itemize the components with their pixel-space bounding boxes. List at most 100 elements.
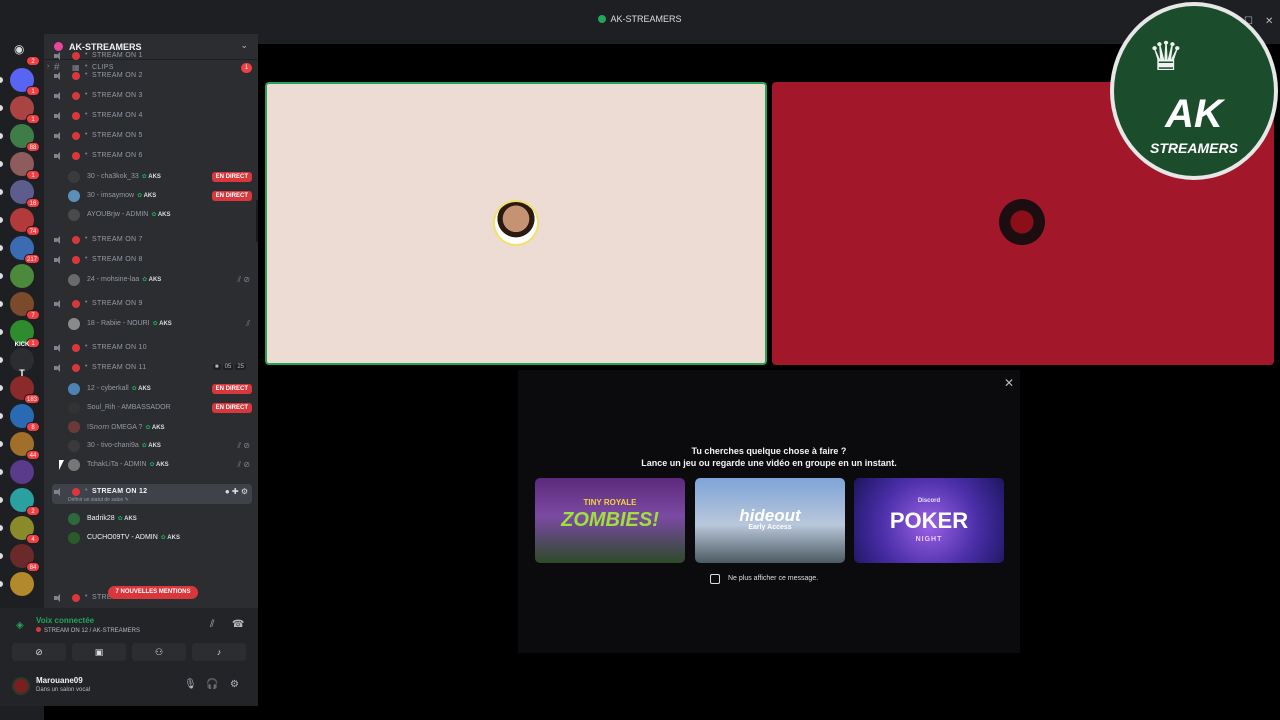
activity-card-hideout[interactable]: hideout Early Access xyxy=(695,478,845,563)
server-tag: AKS xyxy=(137,193,156,199)
dont-show-again-label[interactable]: Ne plus afficher ce message. xyxy=(728,575,818,582)
unread-pill xyxy=(0,161,3,167)
speaker-icon xyxy=(53,111,65,121)
voice-user[interactable]: !S𝘯𝘰𝘮 ΩMEGA ?AKS xyxy=(68,419,252,437)
server-icon[interactable]: 44 xyxy=(10,432,40,460)
close-window-icon[interactable]: ✕ xyxy=(1265,16,1273,27)
user-name[interactable]: Marouane09 xyxy=(36,676,83,685)
channel-name: STREAM ON 7 xyxy=(92,236,143,243)
new-mentions-button[interactable]: 7 NOUVELLES MENTIONS xyxy=(108,586,198,599)
server-mention-badge: 7 xyxy=(26,310,40,320)
voice-user[interactable]: 24 - mohsine-laaAKS ⫽ ⊘ xyxy=(68,272,252,290)
eagle-icon: ♛ xyxy=(1148,35,1184,79)
voice-channel-11[interactable]: • STREAM ON 11 ■ 05 25 xyxy=(52,360,252,376)
unread-pill xyxy=(0,273,3,279)
close-icon[interactable]: ✕ xyxy=(1004,376,1014,390)
voice-channel-7[interactable]: • STREAM ON 7 xyxy=(52,232,252,248)
server-icon[interactable]: 1 xyxy=(10,152,40,180)
channel-actions[interactable]: ● ✚ ⚙ xyxy=(225,487,248,496)
server-icon[interactable]: 84 xyxy=(10,544,40,572)
user-panel: Marouane09 Dans un salon vocal 🎙 🎧 ⚙ xyxy=(0,670,258,706)
voice-channel-name: STREAM ON 12 / AK-STREAMERS xyxy=(44,628,141,634)
screen-share-button[interactable]: ▣ xyxy=(72,643,126,661)
gear-icon[interactable]: ⚙ xyxy=(230,679,239,690)
voice-channel-12[interactable]: • STREAM ON 12 ● ✚ ⚙ Définir un statut de s… xyxy=(52,484,252,504)
voice-user[interactable]: 30 - tivo-chani9aAKS ⫽ ⊘ xyxy=(68,438,252,456)
voice-user[interactable]: TchakLiTa - ADMINAKS ⫽ ⊘ xyxy=(68,457,252,475)
server-icon[interactable]: 1 xyxy=(10,320,40,348)
voice-channel-8[interactable]: • STREAM ON 8 xyxy=(52,252,252,268)
server-icon[interactable] xyxy=(10,460,34,484)
channel-name: STREAM ON 3 xyxy=(92,92,143,99)
camera-toggle-button[interactable]: ⊘ xyxy=(12,643,66,661)
speaker-icon xyxy=(53,151,65,161)
voice-user[interactable]: Soul_Rih - AMBASSADOR EN DIRECT xyxy=(68,400,252,418)
server-icon[interactable] xyxy=(10,264,34,288)
headphones-icon[interactable]: 🎧 xyxy=(206,679,218,690)
server-icon[interactable]: 1 xyxy=(10,96,40,124)
voice-channel-9[interactable]: • STREAM ON 9 xyxy=(52,296,252,312)
server-icon[interactable]: 8 xyxy=(10,404,40,432)
channel-name: STREAM ON 12 xyxy=(92,488,148,495)
user-name: Badrik28AKS xyxy=(87,515,137,522)
server-icon[interactable]: 74 xyxy=(10,208,40,236)
avatar xyxy=(68,274,80,286)
voice-user[interactable]: 30 - cha3kok_33AKS EN DIRECT xyxy=(68,169,252,187)
voice-channel-5[interactable]: • STREAM ON 5 xyxy=(52,128,252,144)
server-icon[interactable]: 88 xyxy=(10,124,40,152)
camera-count: 05 xyxy=(222,364,234,370)
voice-channel-1[interactable]: • STREAM ON 1 xyxy=(52,48,252,64)
voice-user[interactable]: 18 - Rabiie - NOURIAKS ⫽ xyxy=(68,316,252,334)
voice-status[interactable]: Voix connectée xyxy=(36,616,94,625)
server-icon[interactable]: 2 xyxy=(10,488,40,516)
scrollbar-thumb[interactable] xyxy=(256,200,258,242)
channel-dot-icon xyxy=(72,52,80,60)
voice-channel-3[interactable]: • STREAM ON 3 xyxy=(52,88,252,104)
voice-channel-4[interactable]: • STREAM ON 4 xyxy=(52,108,252,124)
server-icon[interactable]: 16 xyxy=(10,180,40,208)
activities-button[interactable]: ⚇ xyxy=(132,643,186,661)
home-badge: 2 xyxy=(26,56,40,66)
server-icon[interactable]: 1 xyxy=(10,68,40,96)
soundboard-button[interactable]: ♪ xyxy=(192,643,246,661)
voice-user[interactable]: CUCHO09TV - ADMINAKS xyxy=(68,530,252,548)
microphone-icon[interactable]: 🎙 xyxy=(184,679,197,690)
voice-user[interactable]: 12 - cyberkallAKS EN DIRECT xyxy=(68,381,252,399)
card-title: ZOMBIES! xyxy=(561,509,659,531)
mic-muted-icon: ⫽ ⊘ xyxy=(237,441,251,450)
voice-user[interactable]: Badrik28AKS xyxy=(68,511,252,529)
voice-channel-2[interactable]: • STREAM ON 2 xyxy=(52,68,252,84)
speaker-icon xyxy=(53,235,65,245)
speaker-icon xyxy=(53,71,65,81)
voice-channel-6[interactable]: • STREAM ON 6 xyxy=(52,148,252,164)
video-tile-participant-1[interactable] xyxy=(265,82,767,365)
server-icon[interactable] xyxy=(10,572,34,596)
server-icon[interactable]: 7 xyxy=(10,292,40,320)
disconnect-icon[interactable]: ☎ xyxy=(232,619,244,630)
server-mention-badge: 4 xyxy=(26,534,40,544)
dont-show-again-checkbox[interactable] xyxy=(710,574,720,584)
server-icon[interactable]: 217 xyxy=(10,236,40,264)
server-icon[interactable]: 4 xyxy=(10,516,40,544)
activity-card-zombies[interactable]: TINY ROYALE ZOMBIES! xyxy=(535,478,685,563)
avatar xyxy=(68,190,80,202)
noise-suppression-icon[interactable]: ⫽ xyxy=(210,619,214,630)
channel-status-prompt[interactable]: Définir un statut de salon ✎ xyxy=(68,497,129,503)
voice-channel-label[interactable]: STREAM ON 12 / AK-STREAMERS xyxy=(36,627,140,634)
camera-icon: ■ xyxy=(213,364,221,370)
voice-user[interactable]: 30 - imsaymowAKS EN DIRECT xyxy=(68,188,252,206)
server-mention-badge: 1 xyxy=(26,170,40,180)
avatar xyxy=(68,513,80,525)
channel-name: STREAM ON 10 xyxy=(92,344,147,351)
avatar xyxy=(68,318,80,330)
activity-card-poker[interactable]: Discord POKER NIGHT xyxy=(854,478,1004,563)
discord-home-button[interactable]: ◉ 2 xyxy=(10,38,40,66)
voice-channel-10[interactable]: • STREAM ON 10 xyxy=(52,340,252,356)
unread-pill xyxy=(0,553,3,559)
channel-name: STREAM ON 5 xyxy=(92,132,143,139)
voice-user[interactable]: AYOUBrjw - ADMINAKS xyxy=(68,207,252,225)
server-icon[interactable]: 183 xyxy=(10,376,40,404)
caret-icon: › xyxy=(47,63,50,70)
avatar[interactable] xyxy=(12,677,30,695)
stream-logo-overlay: ♛ AK STREAMERS xyxy=(1110,2,1278,180)
